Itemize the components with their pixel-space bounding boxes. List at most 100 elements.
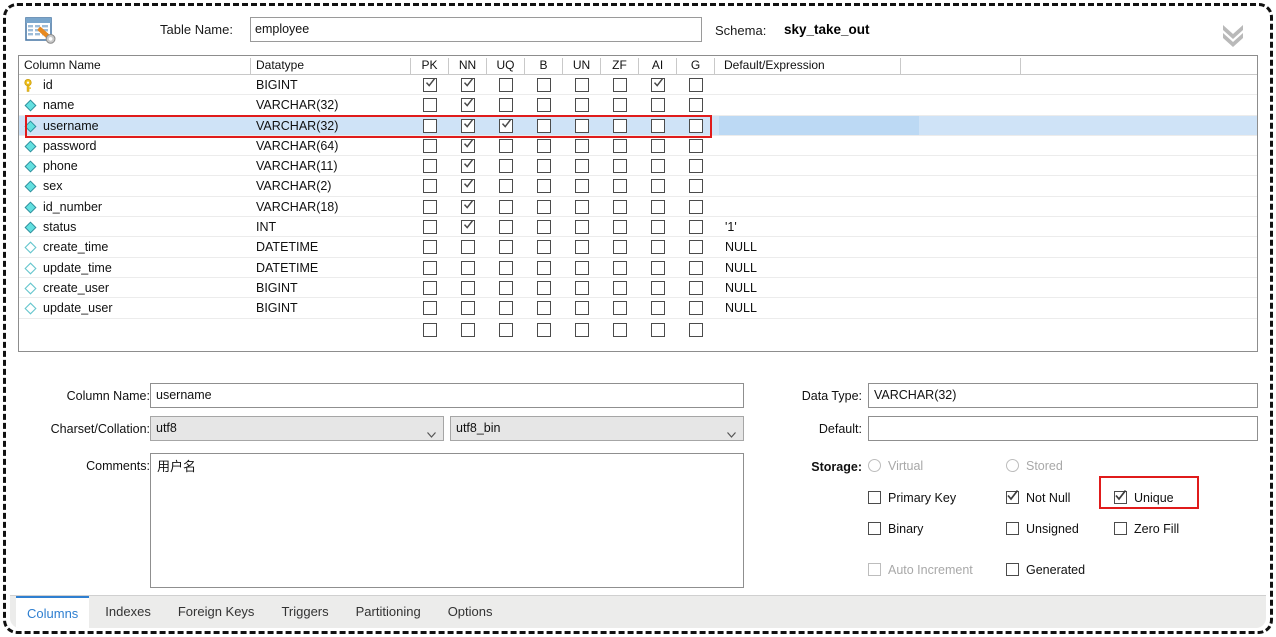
row-zf-checkbox[interactable] <box>613 78 627 92</box>
row-zf-checkbox[interactable] <box>613 159 627 173</box>
row-uq-checkbox[interactable] <box>499 98 513 112</box>
row-datatype[interactable]: VARCHAR(18) <box>251 197 411 216</box>
new-row-b-checkbox[interactable] <box>537 323 551 337</box>
row-nn-checkbox[interactable] <box>461 119 475 133</box>
grid-header-nn[interactable]: NN <box>449 58 487 75</box>
row-ai-checkbox[interactable] <box>651 200 665 214</box>
row-pk-checkbox[interactable] <box>423 200 437 214</box>
row-nn-checkbox[interactable] <box>461 159 475 173</box>
row-uq-checkbox[interactable] <box>499 179 513 193</box>
row-g-checkbox[interactable] <box>689 98 703 112</box>
row-b-checkbox[interactable] <box>537 78 551 92</box>
row-nn-checkbox[interactable] <box>461 220 475 234</box>
row-uq-checkbox[interactable] <box>499 220 513 234</box>
row-ai-checkbox[interactable] <box>651 78 665 92</box>
row-g-checkbox[interactable] <box>689 179 703 193</box>
row-zf-checkbox[interactable] <box>613 179 627 193</box>
grid-header-zf[interactable]: ZF <box>601 58 639 75</box>
table-name-input[interactable]: employee <box>250 17 702 42</box>
row-b-checkbox[interactable] <box>537 240 551 254</box>
grid-header-b[interactable]: B <box>525 58 563 75</box>
row-nn-checkbox[interactable] <box>461 240 475 254</box>
row-default-expression[interactable] <box>719 136 901 155</box>
data-type-input[interactable]: VARCHAR(32) <box>868 383 1258 408</box>
table-row[interactable]: nameVARCHAR(32) <box>19 95 1257 115</box>
row-b-checkbox[interactable] <box>537 159 551 173</box>
tab-options[interactable]: Options <box>437 596 504 628</box>
row-uq-checkbox[interactable] <box>499 240 513 254</box>
row-un-checkbox[interactable] <box>575 281 589 295</box>
row-nn-checkbox[interactable] <box>461 78 475 92</box>
new-row-uq-checkbox[interactable] <box>499 323 513 337</box>
row-b-checkbox[interactable] <box>537 261 551 275</box>
row-pk-checkbox[interactable] <box>423 179 437 193</box>
row-nn-checkbox[interactable] <box>461 301 475 315</box>
new-row-pk-checkbox[interactable] <box>423 323 437 337</box>
tab-foreign-keys[interactable]: Foreign Keys <box>167 596 266 628</box>
new-row-ai-checkbox[interactable] <box>651 323 665 337</box>
row-b-checkbox[interactable] <box>537 139 551 153</box>
grid-body[interactable]: idBIGINTnameVARCHAR(32)usernameVARCHAR(3… <box>19 75 1257 341</box>
grid-header-g[interactable]: G <box>677 58 715 75</box>
row-nn-checkbox[interactable] <box>461 98 475 112</box>
row-default-expression[interactable]: NULL <box>719 298 901 317</box>
row-uq-checkbox[interactable] <box>499 261 513 275</box>
row-g-checkbox[interactable] <box>689 301 703 315</box>
row-default-expression[interactable] <box>719 75 901 94</box>
row-un-checkbox[interactable] <box>575 301 589 315</box>
row-datatype[interactable]: INT <box>251 217 411 236</box>
row-column-name[interactable]: update_time <box>19 258 251 277</box>
row-column-name[interactable]: create_time <box>19 237 251 256</box>
row-ai-checkbox[interactable] <box>651 98 665 112</box>
row-nn-checkbox[interactable] <box>461 261 475 275</box>
charset-select[interactable]: utf8 <box>150 416 444 441</box>
row-datatype[interactable]: DATETIME <box>251 258 411 277</box>
double-chevron-down-icon[interactable] <box>1218 21 1248 47</box>
row-column-name[interactable]: sex <box>19 176 251 195</box>
row-ai-checkbox[interactable] <box>651 179 665 193</box>
table-row[interactable]: phoneVARCHAR(11) <box>19 156 1257 176</box>
row-nn-checkbox[interactable] <box>461 281 475 295</box>
row-column-name[interactable]: update_user <box>19 298 251 317</box>
new-row-nn-checkbox[interactable] <box>461 323 475 337</box>
row-column-name[interactable]: create_user <box>19 278 251 297</box>
new-row-un-checkbox[interactable] <box>575 323 589 337</box>
table-row[interactable]: usernameVARCHAR(32) <box>19 116 1257 136</box>
columns-grid[interactable]: Column NameDatatypePKNNUQBUNZFAIGDefault… <box>18 55 1258 352</box>
row-g-checkbox[interactable] <box>689 281 703 295</box>
row-uq-checkbox[interactable] <box>499 200 513 214</box>
row-g-checkbox[interactable] <box>689 200 703 214</box>
row-default-expression[interactable] <box>719 95 901 114</box>
tab-triggers[interactable]: Triggers <box>270 596 339 628</box>
row-g-checkbox[interactable] <box>689 139 703 153</box>
tab-partitioning[interactable]: Partitioning <box>345 596 432 628</box>
row-ai-checkbox[interactable] <box>651 119 665 133</box>
row-un-checkbox[interactable] <box>575 98 589 112</box>
table-row[interactable]: id_numberVARCHAR(18) <box>19 197 1257 217</box>
table-row[interactable]: create_userBIGINTNULL <box>19 278 1257 298</box>
row-column-name[interactable]: password <box>19 136 251 155</box>
new-column-row[interactable] <box>19 319 1257 341</box>
row-g-checkbox[interactable] <box>689 220 703 234</box>
row-datatype[interactable]: DATETIME <box>251 237 411 256</box>
row-g-checkbox[interactable] <box>689 240 703 254</box>
row-zf-checkbox[interactable] <box>613 301 627 315</box>
row-g-checkbox[interactable] <box>689 119 703 133</box>
row-column-name[interactable]: username <box>19 116 251 135</box>
row-g-checkbox[interactable] <box>689 78 703 92</box>
grid-header-datatype[interactable]: Datatype <box>251 58 411 75</box>
row-default-expression[interactable] <box>719 116 901 135</box>
row-column-name[interactable]: id <box>19 75 251 94</box>
grid-header-column-name[interactable]: Column Name <box>19 58 251 75</box>
grid-header-ai[interactable]: AI <box>639 58 677 75</box>
row-un-checkbox[interactable] <box>575 78 589 92</box>
row-zf-checkbox[interactable] <box>613 139 627 153</box>
row-zf-checkbox[interactable] <box>613 98 627 112</box>
row-datatype[interactable]: VARCHAR(32) <box>251 116 411 135</box>
table-row[interactable]: create_timeDATETIMENULL <box>19 237 1257 257</box>
row-pk-checkbox[interactable] <box>423 119 437 133</box>
row-default-expression[interactable] <box>719 176 901 195</box>
row-column-name[interactable]: name <box>19 95 251 114</box>
row-datatype[interactable]: BIGINT <box>251 75 411 94</box>
row-datatype[interactable]: VARCHAR(2) <box>251 176 411 195</box>
